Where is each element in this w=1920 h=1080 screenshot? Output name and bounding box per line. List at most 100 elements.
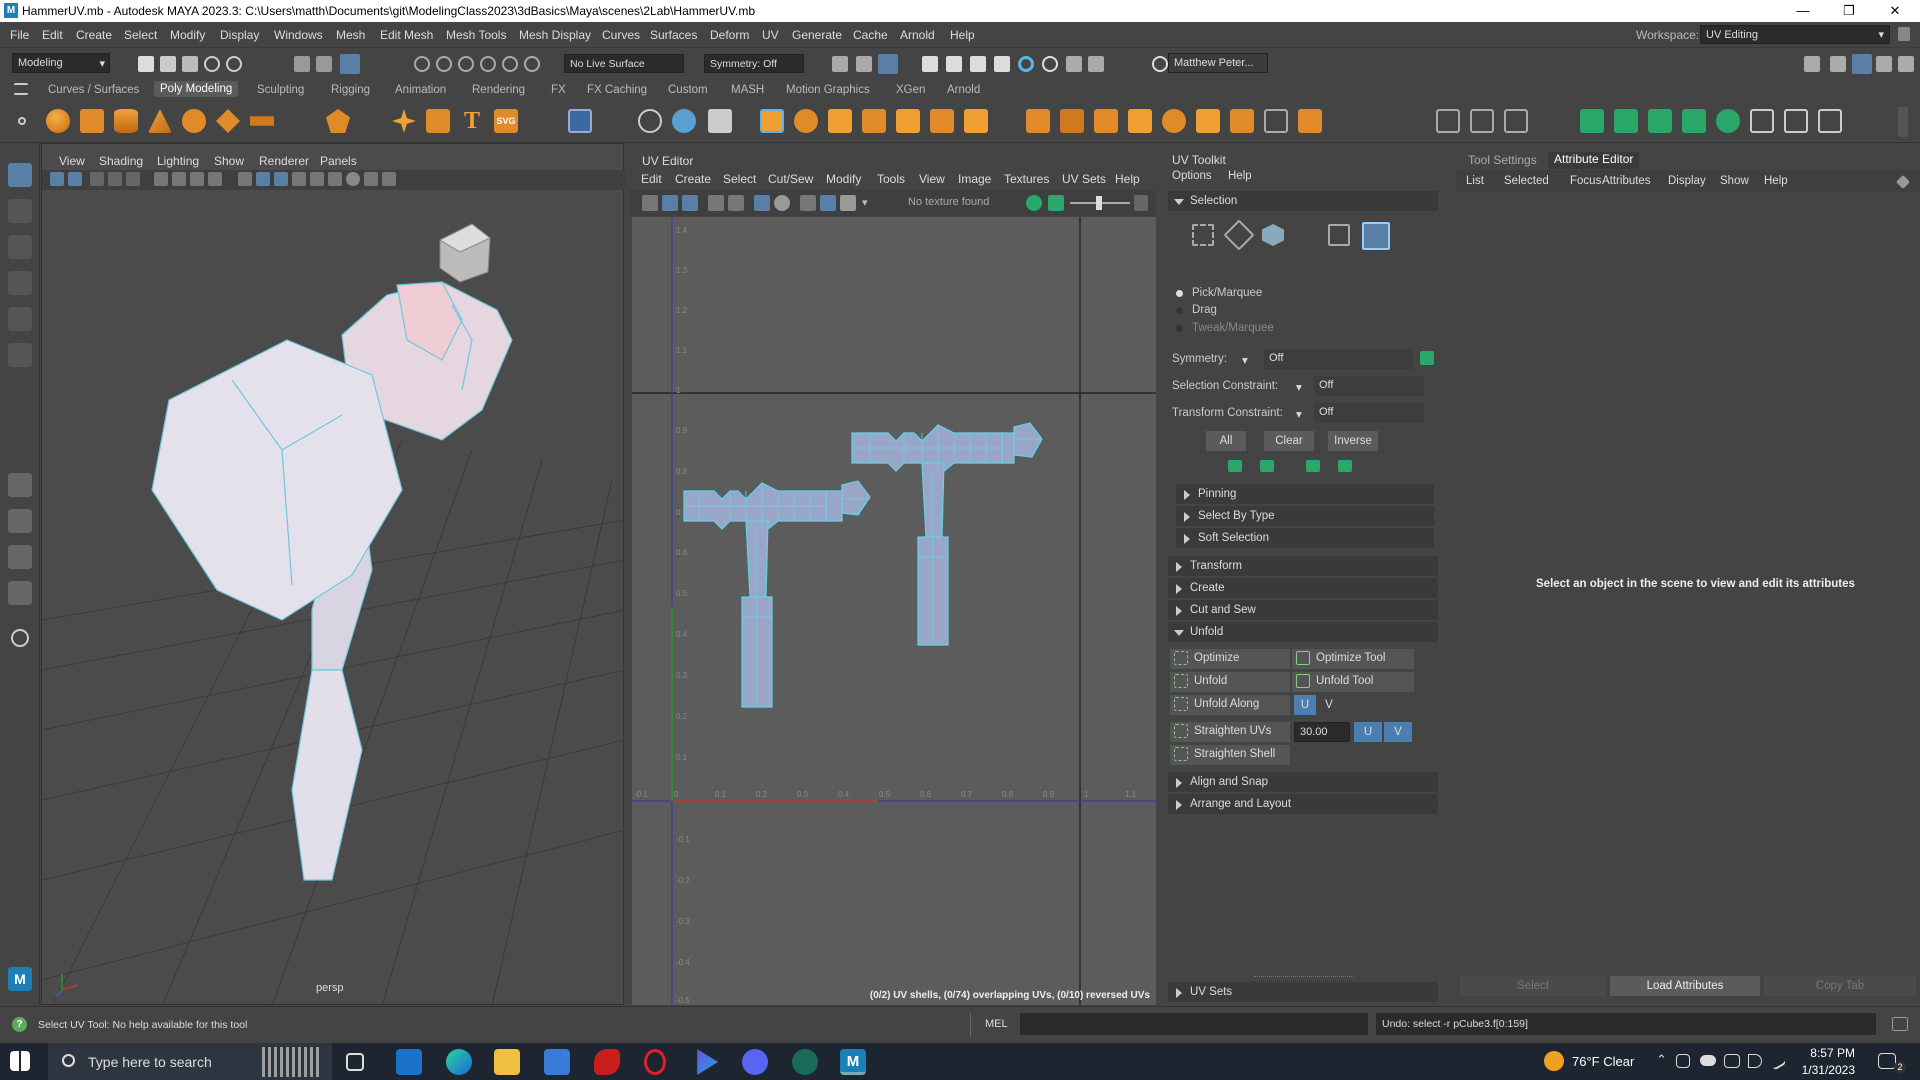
search-icon[interactable]	[11, 629, 29, 647]
shelf-options-icon[interactable]	[18, 117, 26, 125]
menu-generate[interactable]: Generate	[792, 28, 842, 42]
uv-gamma-slider-handle[interactable]	[1096, 196, 1102, 210]
uv-exposure-icon[interactable]	[1026, 195, 1042, 211]
chevron-down-icon[interactable]: ▾	[1296, 407, 1302, 421]
tab-attribute-editor[interactable]: Attribute Editor	[1548, 152, 1640, 169]
menu-mesh[interactable]: Mesh	[336, 28, 365, 42]
copy-tab-button[interactable]: Copy Tab	[1764, 976, 1916, 996]
maya-taskbar-icon[interactable]: M	[840, 1049, 866, 1075]
section-pinning[interactable]: Pinning	[1176, 484, 1434, 504]
paint-select-tool-icon[interactable]	[8, 235, 32, 259]
channel-box-toggle-icon[interactable]	[1898, 56, 1914, 72]
resolution-gate-icon[interactable]	[190, 172, 204, 186]
drag-label[interactable]: Drag	[1192, 304, 1217, 316]
snap-edge-icon[interactable]	[524, 56, 540, 72]
menu-set-dropdown[interactable]: Modeling ▾	[12, 53, 110, 73]
menu-display[interactable]: Display	[220, 28, 259, 42]
command-input[interactable]	[1020, 1013, 1368, 1035]
section-selection[interactable]: Selection	[1168, 191, 1438, 211]
microsoft-store-icon[interactable]	[544, 1049, 570, 1075]
uv-dim-image-icon[interactable]	[820, 195, 836, 211]
tray-chevron-up-icon[interactable]: ⌃	[1656, 1052, 1667, 1068]
onedrive-cloud-icon[interactable]	[1700, 1055, 1716, 1066]
modeling-toolkit-toggle-icon[interactable]	[1830, 56, 1846, 72]
lights-icon[interactable]	[310, 172, 324, 186]
smooth-shade-icon[interactable]	[256, 172, 270, 186]
section-unfold[interactable]: Unfold	[1168, 622, 1438, 642]
uv-menu-create[interactable]: Create	[675, 172, 711, 186]
slide-edge-icon[interactable]	[1162, 109, 1186, 133]
unfold-along-button[interactable]: Unfold Along	[1170, 695, 1290, 715]
attribute-editor-toggle-icon[interactable]	[1852, 54, 1872, 74]
menu-windows[interactable]: Windows	[274, 28, 323, 42]
wireframe-on-shaded-icon[interactable]	[274, 172, 288, 186]
merge-icon[interactable]	[896, 109, 920, 133]
quadrangulate-icon[interactable]	[1818, 109, 1842, 133]
opera-browser-icon[interactable]	[644, 1049, 666, 1075]
straighten-u-button[interactable]: U	[1354, 722, 1382, 742]
gate-mask-icon[interactable]	[208, 172, 222, 186]
uv-menu-textures[interactable]: Textures	[1004, 172, 1049, 186]
isolate-select-icon[interactable]	[364, 172, 378, 186]
bevel-icon[interactable]	[828, 109, 852, 133]
ae-menu-help[interactable]: Help	[1764, 175, 1788, 187]
combine-icon[interactable]	[638, 109, 662, 133]
render-view-icon[interactable]	[922, 56, 938, 72]
camera-attributes-icon[interactable]	[50, 172, 64, 186]
image-plane-icon[interactable]	[90, 172, 104, 186]
viewport-menu-panels[interactable]: Panels	[320, 154, 357, 168]
super-shape-icon[interactable]	[392, 109, 416, 133]
hypershade-icon[interactable]	[1018, 56, 1034, 72]
uv-editor-shelf-icon[interactable]	[568, 109, 592, 133]
script-editor-icon[interactable]	[1892, 1017, 1908, 1031]
bridge-icon[interactable]	[794, 109, 818, 133]
four-view-layout-icon[interactable]	[8, 509, 32, 533]
single-perspective-layout-icon[interactable]	[8, 473, 32, 497]
uv-distortion-icon[interactable]	[662, 195, 678, 211]
uv-menu-help[interactable]: Help	[1115, 172, 1140, 186]
uv-canvas[interactable]: 1.4 1.3 1.2 1.1 1 0.9 0.8 0.7 0.6 0.5 0.…	[632, 217, 1156, 1005]
tool-settings-toggle-icon[interactable]	[1876, 56, 1892, 72]
poly-sphere-icon[interactable]	[46, 109, 70, 133]
discord-icon[interactable]	[742, 1049, 768, 1075]
two-panes-layout-icon[interactable]	[8, 545, 32, 569]
mail-icon[interactable]	[396, 1049, 422, 1075]
open-scene-icon[interactable]	[160, 56, 176, 72]
insert-loop-icon[interactable]	[1264, 109, 1288, 133]
redo-icon[interactable]	[226, 56, 242, 72]
save-scene-icon[interactable]	[182, 56, 198, 72]
clock-date[interactable]: 1/31/2023	[1795, 1063, 1855, 1077]
target-weld-icon[interactable]	[1060, 109, 1084, 133]
append-polygon-icon[interactable]	[964, 109, 988, 133]
uv-menu-image[interactable]: Image	[958, 172, 991, 186]
paint-select-icon[interactable]	[1436, 109, 1460, 133]
select-component-icon[interactable]	[340, 54, 360, 74]
shelf-tab-custom[interactable]: Custom	[668, 84, 708, 96]
straighten-angle-field[interactable]: 30.00	[1294, 722, 1350, 742]
multi-cut-icon[interactable]	[1026, 109, 1050, 133]
undo-icon[interactable]	[204, 56, 220, 72]
snap-grid-icon[interactable]	[414, 56, 430, 72]
shelf-tab-rigging[interactable]: Rigging	[331, 84, 370, 96]
mel-label[interactable]: MEL	[985, 1018, 1008, 1030]
taskbar-search-box[interactable]: Type here to search	[48, 1043, 332, 1080]
uv-menu-cut-sew[interactable]: Cut/Sew	[768, 172, 813, 186]
shelf-tab-animation[interactable]: Animation	[395, 84, 446, 96]
platonic-solid-icon[interactable]	[326, 109, 350, 133]
shelf-menu-icon[interactable]	[14, 83, 28, 95]
sculpt-brush-icon[interactable]	[1504, 109, 1528, 133]
ae-menu-list[interactable]: List	[1466, 175, 1484, 187]
uv-menu-select[interactable]: Select	[723, 172, 756, 186]
section-soft-selection[interactable]: Soft Selection	[1176, 528, 1434, 548]
straighten-v-button[interactable]: V	[1384, 722, 1412, 742]
snap-view-icon[interactable]	[480, 56, 496, 72]
viewport-menu-view[interactable]: View	[59, 154, 85, 168]
section-create[interactable]: Create	[1168, 578, 1438, 598]
maximize-button[interactable]: ❐	[1826, 1, 1872, 21]
weather-text[interactable]: 76°F Clear	[1572, 1054, 1634, 1069]
uv-toolbar-overflow-icon[interactable]	[1134, 195, 1148, 211]
uv-gamma-icon[interactable]	[1048, 195, 1064, 211]
select-all-button[interactable]: All	[1206, 431, 1246, 451]
menu-uv[interactable]: UV	[762, 28, 779, 42]
uv-pixel-snap-icon[interactable]	[728, 195, 744, 211]
